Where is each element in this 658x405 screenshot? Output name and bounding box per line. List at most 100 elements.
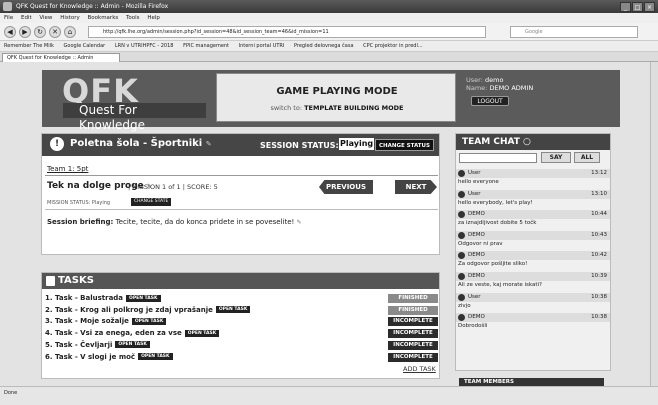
previous-button[interactable]: PREVIOUS (319, 180, 373, 194)
task-row: 3. Task - Moje sožalje OPEN TASK INCOMPLET… (45, 316, 438, 327)
maximize-icon[interactable]: □ (632, 2, 643, 12)
menu-view[interactable]: View (39, 15, 52, 21)
menu-bookmarks[interactable]: Bookmarks (88, 15, 119, 21)
edit-icon[interactable]: ✎ (206, 140, 212, 148)
vertical-scrollbar[interactable] (650, 62, 658, 386)
close-icon[interactable]: × (644, 2, 655, 12)
session-briefing: Session briefing: Tecite, tecite, da do … (47, 218, 302, 226)
bookmark-item[interactable]: Pregled delovnega časa (294, 43, 354, 49)
chat-time: 13:12 (591, 170, 607, 176)
task-status-badge: FINISHED (388, 294, 438, 303)
chat-message: DEMO 10:43 Odgovor ni prav (456, 230, 610, 252)
menu-help[interactable]: Help (147, 15, 160, 21)
open-task-button[interactable]: OPEN TASK (115, 341, 150, 349)
bookmark-item[interactable]: FPIC management (183, 43, 229, 49)
all-button[interactable]: ALL (574, 152, 600, 163)
session-status-value: Playing (339, 138, 375, 150)
change-status-button[interactable]: CHANGE STATUS (375, 139, 434, 151)
chat-message-header: DEMO 10:38 (456, 313, 610, 323)
chat-text: Ali ze veste, kaj morate iskati? (458, 281, 542, 288)
task-status-badge: INCOMPLETE (388, 317, 438, 327)
home-icon[interactable]: ⌂ (64, 26, 76, 38)
change-state-button[interactable]: CHANGE STATE (131, 198, 172, 206)
reload-icon[interactable]: ↻ (34, 26, 46, 38)
chat-message: DEMO 10:38 Dobrodošli (456, 313, 610, 334)
menu-edit[interactable]: Edit (21, 15, 32, 21)
add-task-link[interactable]: ADD TASK (403, 365, 436, 373)
open-task-button[interactable]: OPEN TASK (138, 353, 173, 360)
stop-icon[interactable]: ✕ (49, 26, 61, 38)
next-button[interactable]: NEXT (395, 180, 437, 194)
back-icon[interactable]: ◀ (4, 26, 16, 38)
list-icon (46, 276, 55, 286)
chat-user: DEMO (468, 211, 485, 218)
chat-message: User 10:38 zivjo (456, 292, 610, 314)
menu-file[interactable]: File (4, 15, 13, 21)
chat-user: DEMO (468, 252, 485, 259)
url-bar[interactable]: http://qfk.lhe.org/admin/session.php?id_… (88, 26, 486, 38)
bookmark-item[interactable]: Google Calendar (64, 43, 106, 49)
tab-bar: QFK Quest for Knowledge :: Admin (0, 52, 658, 62)
browser-tab[interactable]: QFK Quest for Knowledge :: Admin (2, 53, 120, 62)
search-input[interactable]: Google (510, 26, 638, 38)
window-titlebar: QFK Quest for Knowledge :: Admin - Mozil… (0, 0, 658, 13)
chat-user: DEMO (468, 314, 485, 321)
mission-status: MISSION STATUS: Playing (47, 200, 111, 206)
task-row: 4. Task - Vsi za enega, eden za vse OPEN … (45, 328, 438, 339)
chat-message-header: DEMO 10:44 (456, 210, 610, 220)
navigation-toolbar: ◀ ▶ ↻ ✕ ⌂ http://qfk.lhe.org/admin/sessi… (0, 23, 658, 41)
mode-panel: GAME PLAYING MODE switch to: TEMPLATE BU… (216, 73, 456, 122)
task-status-badge: FINISHED (388, 305, 438, 315)
chat-time: 10:43 (591, 231, 607, 238)
chat-message-header: DEMO 10:43 (456, 230, 610, 240)
task-row: 6. Task - V slogi je moč OPEN TASK INCOMPL… (45, 352, 438, 363)
open-task-button[interactable]: OPEN TASK (126, 294, 161, 302)
edit-icon[interactable]: ✎ (297, 219, 302, 226)
mission-meta: | MISSION 1 of 1 | SCORE: 5 (128, 183, 218, 191)
mode-switch-link[interactable]: TEMPLATE BUILDING MODE (304, 104, 403, 112)
chat-text: hello everyone (458, 179, 499, 185)
chat-message-header: User 10:38 (456, 292, 610, 302)
chat-message: DEMO 10:42 Za odgovor pošljite sliko! (456, 251, 610, 272)
tab-team-1[interactable]: Team 1: 5pt (47, 165, 88, 173)
chat-time: 10:42 (591, 252, 607, 259)
gear-icon: ! (50, 137, 64, 151)
bookmark-item[interactable]: Interni portal UTRI (239, 43, 285, 49)
forward-icon[interactable]: ▶ (19, 26, 31, 38)
bookmark-item[interactable]: CPC projektor in predl... (363, 43, 422, 49)
avatar-icon (458, 170, 465, 177)
chat-text: zivjo (458, 302, 471, 309)
logout-button[interactable]: LOGOUT (471, 96, 509, 106)
chat-input[interactable] (459, 153, 537, 163)
open-task-button[interactable]: OPEN TASK (215, 306, 251, 314)
open-task-button[interactable]: OPEN TASK (184, 329, 220, 337)
chat-message: DEMO 10:44 za iznajdljivost dobite 5 točk (456, 210, 610, 231)
open-task-button[interactable]: OPEN TASK (131, 317, 167, 325)
chat-user: DEMO (468, 272, 485, 279)
chat-time: 13:10 (591, 190, 607, 197)
minimize-icon[interactable]: _ (620, 2, 631, 12)
mode-switch: switch to: TEMPLATE BUILDING MODE (217, 104, 457, 112)
avatar-icon (458, 272, 465, 280)
task-label: 4. Task - Vsi za enega, eden za vse (45, 329, 182, 338)
chat-time: 10:38 (591, 314, 607, 321)
menu-history[interactable]: History (60, 15, 80, 21)
team-chat-header: TEAM CHAT ○ (456, 134, 610, 150)
say-button[interactable]: SAY (541, 152, 571, 163)
task-row: 5. Task - Čevljarji OPEN TASK INCOMPLETE (45, 340, 438, 351)
bookmark-item[interactable]: LRN v UTRIHPFC - 2018 (115, 43, 174, 49)
menu-bar: File Edit View History Bookmarks Tools H… (0, 13, 658, 23)
task-status-badge: INCOMPLETE (388, 329, 438, 339)
chat-time: 10:44 (591, 211, 607, 218)
task-status-badge: INCOMPLETE (388, 352, 438, 362)
chat-message-list: User 13:12 hello everyone User 13:10 hello ev… (456, 169, 610, 334)
menu-tools[interactable]: Tools (126, 15, 140, 21)
chat-user: User (468, 293, 481, 300)
chat-text: Odgovor ni prav (458, 240, 503, 247)
chat-message-header: DEMO 10:42 (456, 251, 610, 261)
task-label: 6. Task - V slogi je moč (45, 352, 136, 361)
chat-time: 10:38 (591, 293, 607, 300)
bookmark-item[interactable]: Remember The Milk (4, 43, 54, 49)
team-members-header: TEAM MEMBERS (459, 378, 604, 386)
firefox-icon (3, 2, 12, 11)
